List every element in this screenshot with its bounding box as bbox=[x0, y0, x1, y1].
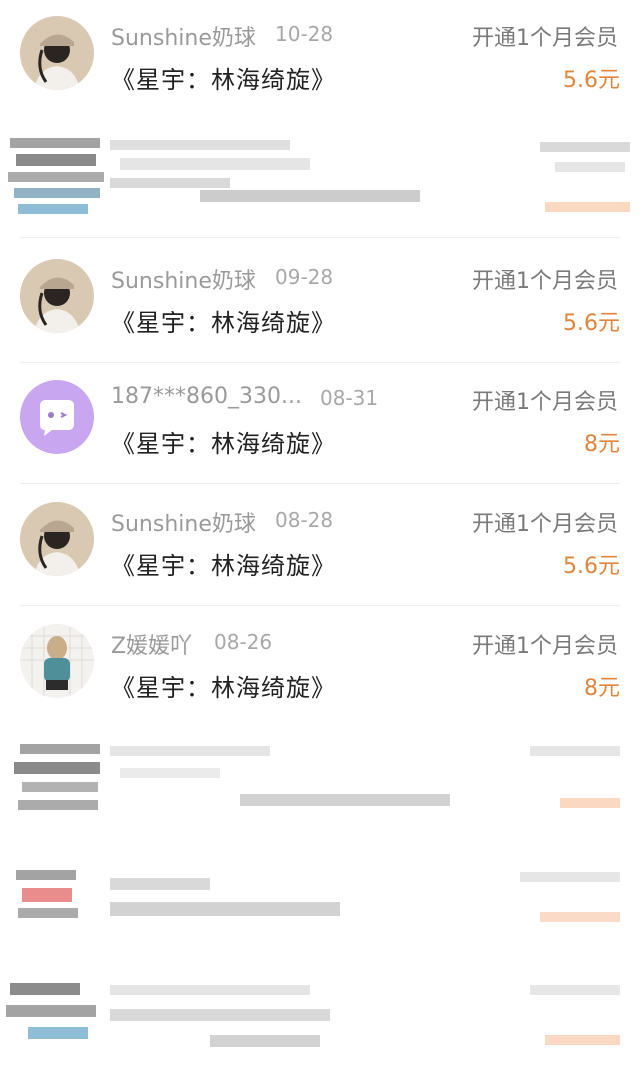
price-amount: 8元 bbox=[584, 676, 620, 701]
blurred-record bbox=[0, 850, 640, 960]
book-title: 《星宇：林海绮旋》 bbox=[111, 552, 336, 580]
record-date: 08-26 bbox=[214, 630, 273, 654]
price-amount: 5.6元 bbox=[563, 554, 620, 579]
user-name: Sunshine奶球 bbox=[111, 512, 256, 537]
purchase-record-row[interactable]: Sunshine奶球 08-28 开通1个月会员 《星宇：林海绮旋》 5.6元 bbox=[0, 486, 640, 606]
girl-cap-avatar bbox=[20, 259, 94, 333]
price-amount: 5.6元 bbox=[563, 311, 620, 336]
record-date: 08-31 bbox=[320, 386, 379, 410]
blurred-record bbox=[0, 118, 640, 238]
membership-plan: 开通1个月会员 bbox=[472, 269, 618, 294]
membership-plan: 开通1个月会员 bbox=[472, 26, 618, 51]
user-name: Sunshine奶球 bbox=[111, 269, 256, 294]
blurred-record bbox=[0, 728, 640, 848]
membership-plan: 开通1个月会员 bbox=[472, 512, 618, 537]
book-title: 《星宇：林海绮旋》 bbox=[111, 430, 336, 458]
user-name: 187***860_330... bbox=[111, 384, 302, 409]
user-name: Sunshine奶球 bbox=[111, 26, 256, 51]
purchase-record-list: Sunshine奶球 10-28 开通1个月会员 《星宇：林海绮旋》 5.6元 … bbox=[0, 0, 640, 1090]
book-title: 《星宇：林海绮旋》 bbox=[111, 674, 336, 702]
book-title: 《星宇：林海绮旋》 bbox=[111, 66, 336, 94]
record-date: 10-28 bbox=[275, 22, 334, 46]
purchase-record-row[interactable]: Z媛媛吖 08-26 开通1个月会员 《星宇：林海绮旋》 8元 bbox=[0, 608, 640, 728]
membership-plan: 开通1个月会员 bbox=[472, 634, 618, 659]
user-name: Z媛媛吖 bbox=[111, 634, 193, 659]
purchase-record-row[interactable]: Sunshine奶球 09-28 开通1个月会员 《星宇：林海绮旋》 5.6元 bbox=[0, 243, 640, 363]
book-title: 《星宇：林海绮旋》 bbox=[111, 309, 336, 337]
row-divider bbox=[20, 605, 620, 606]
row-divider bbox=[20, 483, 620, 484]
purchase-record-row[interactable]: Sunshine奶球 10-28 开通1个月会员 《星宇：林海绮旋》 5.6元 bbox=[0, 0, 640, 120]
girl-backpack-avatar bbox=[20, 624, 94, 698]
row-divider bbox=[20, 362, 620, 363]
purchase-record-row[interactable]: 187***860_330... 08-31 开通1个月会员 《星宇：林海绮旋》… bbox=[0, 364, 640, 484]
record-date: 08-28 bbox=[275, 508, 334, 532]
chat-bubble-avatar bbox=[20, 380, 94, 454]
girl-cap-avatar bbox=[20, 16, 94, 90]
membership-plan: 开通1个月会员 bbox=[472, 390, 618, 415]
price-amount: 5.6元 bbox=[563, 68, 620, 93]
blurred-record bbox=[0, 965, 640, 1085]
price-amount: 8元 bbox=[584, 432, 620, 457]
girl-cap-avatar bbox=[20, 502, 94, 576]
record-date: 09-28 bbox=[275, 265, 334, 289]
